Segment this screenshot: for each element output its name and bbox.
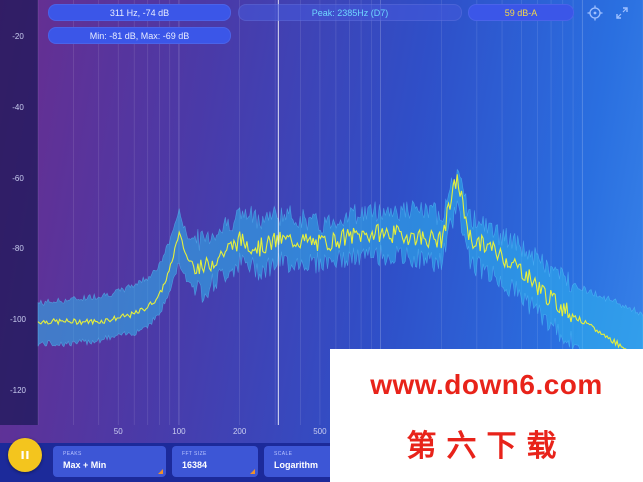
pause-icon (21, 451, 29, 459)
spectrum-analyzer: -20 -40 -60 -80 -100 -120 50 100 200 500… (0, 0, 643, 482)
fft-size-caption: FFT SIZE (182, 451, 207, 457)
pause-button[interactable] (8, 438, 42, 472)
level-readout: 59 dB-A (468, 4, 574, 21)
peaks-selector[interactable]: PEAKS Max + Min (53, 446, 166, 477)
crosshair-icon (587, 5, 603, 21)
watermark-url: www.down6.com (370, 369, 603, 400)
cursor-readout: 311 Hz, -74 dB (48, 4, 231, 21)
minmax-readout: Min: -81 dB, Max: -69 dB (48, 27, 231, 44)
expand-button[interactable] (613, 4, 631, 22)
dropdown-corner-icon (158, 469, 163, 474)
x-tick-label: 500 (313, 427, 327, 436)
peaks-value: Max + Min (63, 460, 107, 470)
fft-size-value: 16384 (182, 460, 208, 470)
fft-size-selector[interactable]: FFT SIZE 16384 (172, 446, 258, 477)
peaks-caption: PEAKS (63, 451, 82, 457)
x-tick-label: 50 (113, 427, 123, 436)
watermark-overlay: www.down6.com 第六下载 (330, 349, 643, 482)
peak-readout: Peak: 2385Hz (D7) (238, 4, 462, 21)
scale-value: Logarithm (274, 460, 318, 470)
x-tick-label: 200 (232, 427, 247, 436)
dropdown-corner-icon (250, 469, 255, 474)
scale-caption: SCALE (274, 451, 293, 457)
expand-icon (616, 7, 628, 19)
x-tick-label: 100 (172, 427, 186, 436)
crosshair-button[interactable] (586, 4, 604, 22)
watermark-title: 第六下载 (406, 430, 567, 463)
